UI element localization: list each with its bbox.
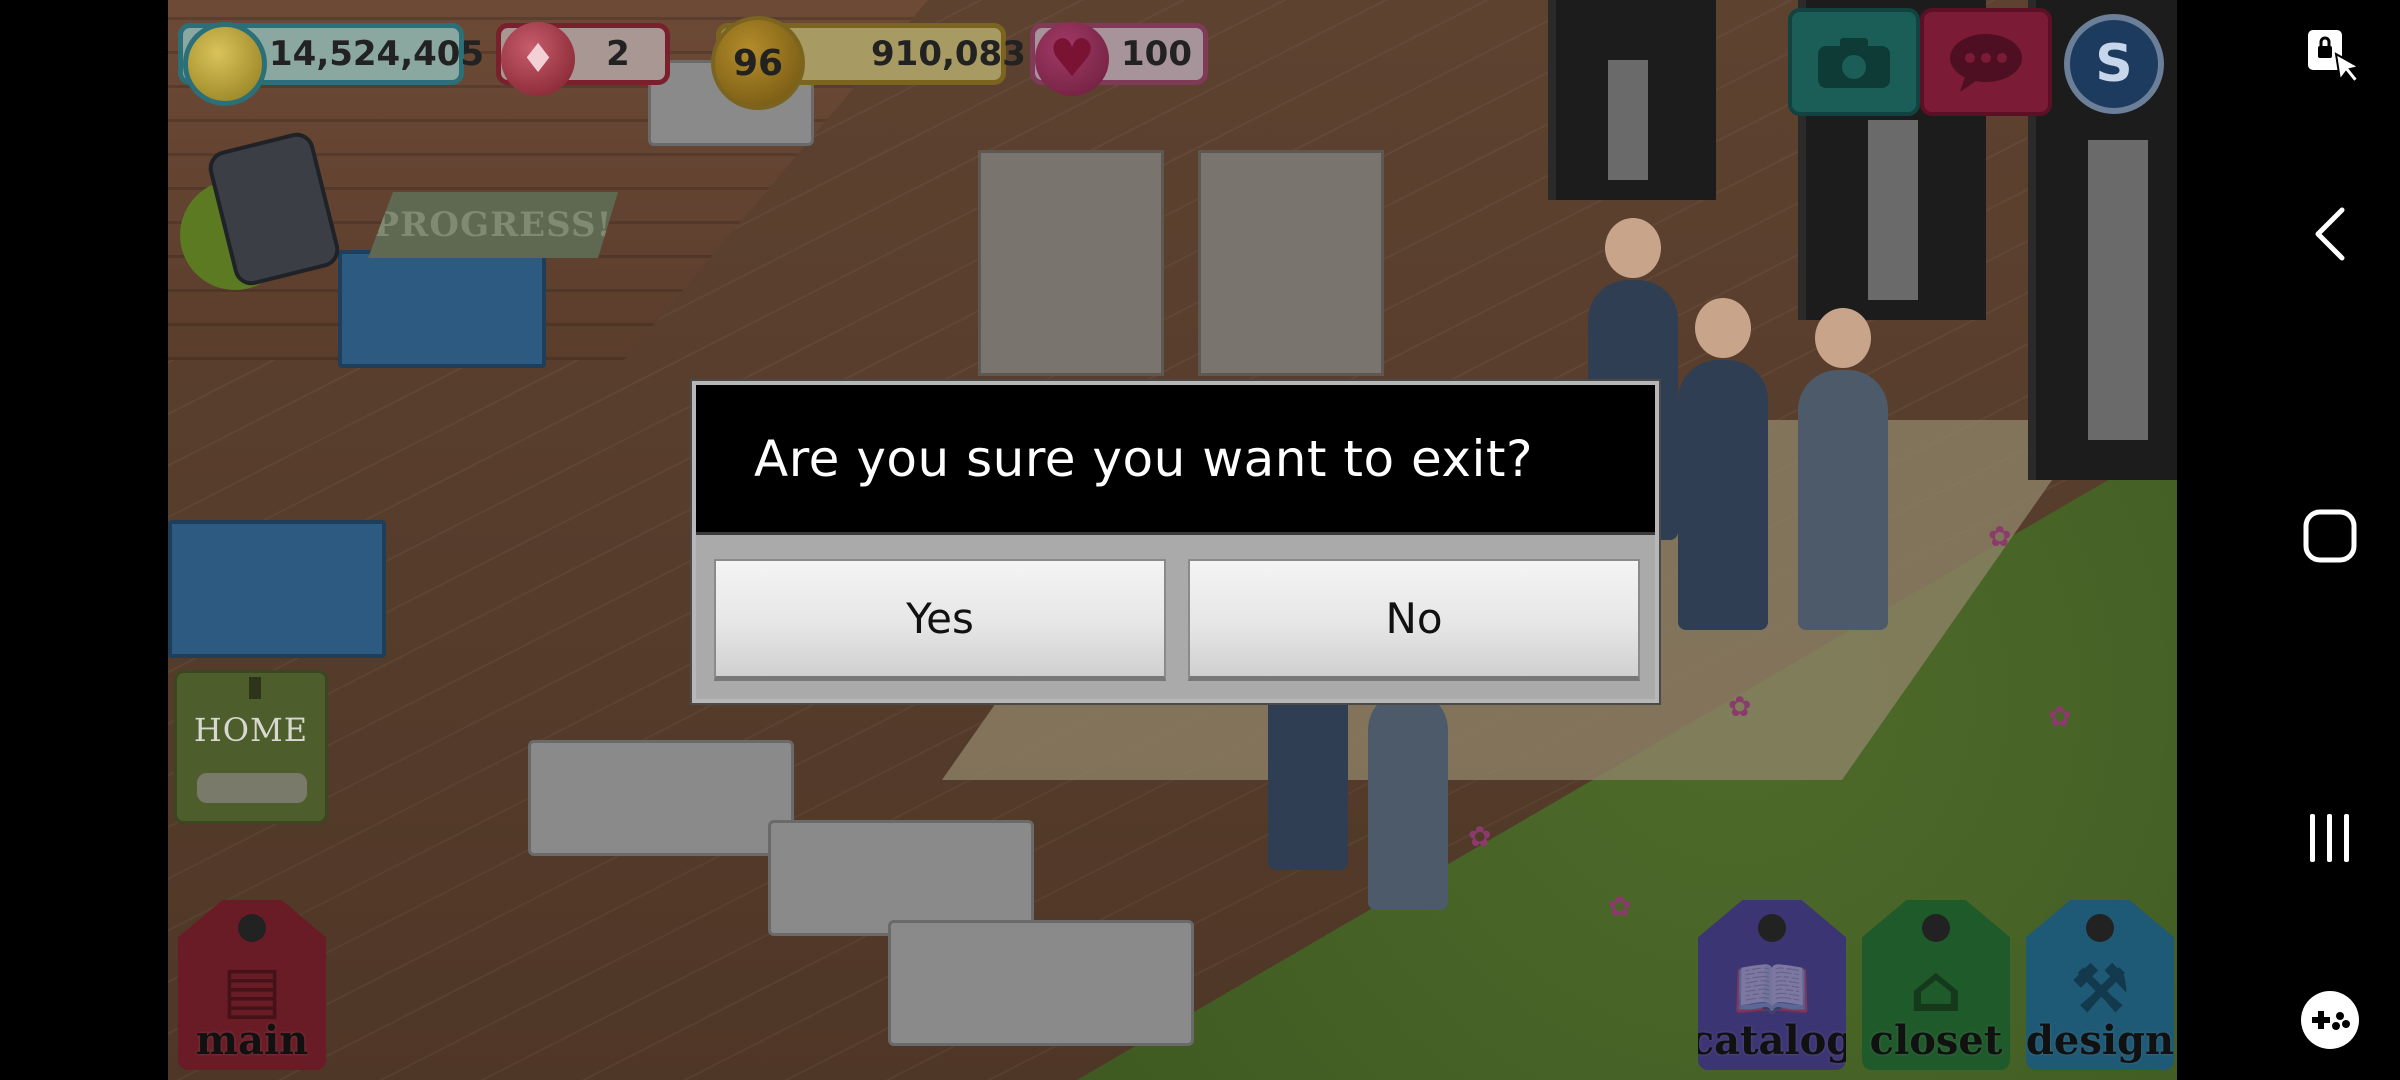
gamepad-icon bbox=[2301, 991, 2359, 1049]
home-button[interactable]: HOME bbox=[174, 670, 328, 824]
camera-icon bbox=[1818, 38, 1890, 88]
tag-ring bbox=[2086, 914, 2114, 942]
dialog-title: Are you sure you want to exit? bbox=[754, 429, 1534, 488]
tag-ring bbox=[238, 914, 266, 942]
home-nav-button[interactable] bbox=[2282, 488, 2378, 584]
home-label: HOME bbox=[193, 711, 309, 749]
dialog-body: Yes No bbox=[696, 535, 1655, 699]
coin-icon bbox=[183, 22, 267, 106]
left-letterbox bbox=[0, 0, 168, 1080]
book-icon: 📖 bbox=[1732, 952, 1812, 1027]
display-table bbox=[528, 740, 794, 856]
game-tools-button[interactable] bbox=[2282, 972, 2378, 1068]
curtain bbox=[2088, 140, 2148, 440]
hearts-value: 100 bbox=[1121, 34, 1192, 74]
design-tag-button[interactable]: ⚒ design bbox=[2026, 900, 2174, 1070]
clothes-shelf bbox=[1198, 150, 1384, 376]
shopper bbox=[1678, 298, 1768, 630]
s-label: S bbox=[2095, 34, 2133, 94]
shopper bbox=[1368, 628, 1448, 910]
experience-value: 910,083 bbox=[871, 34, 1026, 74]
diamond-icon: ♦ bbox=[501, 22, 575, 96]
closet-tag-button[interactable]: ⌂ closet bbox=[1862, 900, 2010, 1070]
back-icon bbox=[2315, 207, 2345, 261]
camera-button[interactable] bbox=[1788, 8, 1920, 116]
dialog-header: Are you sure you want to exit? bbox=[696, 385, 1655, 535]
main-tag-button[interactable]: ▤ main bbox=[178, 900, 326, 1070]
shoe-shelf bbox=[978, 150, 1164, 376]
flower-decoration: ✿ bbox=[1468, 820, 1492, 853]
s-currency-button[interactable]: S bbox=[2064, 14, 2164, 114]
hammer-icon: ⚒ bbox=[2071, 952, 2129, 1027]
flower-decoration: ✿ bbox=[1608, 890, 1632, 923]
coins-counter[interactable]: 14,524,405 bbox=[178, 22, 484, 106]
flower-decoration: ✿ bbox=[2048, 700, 2072, 733]
curtain bbox=[1868, 120, 1918, 300]
shopper bbox=[1798, 308, 1888, 630]
no-button[interactable]: No bbox=[1188, 559, 1640, 681]
tag-ring bbox=[1758, 914, 1786, 942]
progress-label: PROGRESS! bbox=[373, 205, 613, 245]
catalog-tag-button[interactable]: 📖 catalog bbox=[1698, 900, 1846, 1070]
chat-icon bbox=[1950, 34, 2022, 92]
experience-counter[interactable]: 96 910,083 bbox=[711, 16, 1026, 110]
display-table bbox=[888, 920, 1194, 1046]
screen-lock-button[interactable] bbox=[2282, 8, 2378, 104]
display-table bbox=[768, 820, 1034, 936]
gems-value: 2 bbox=[606, 34, 630, 74]
home-icon bbox=[2303, 509, 2357, 563]
hearts-counter[interactable]: ♥ 100 bbox=[1030, 22, 1208, 96]
flower-decoration: ✿ bbox=[1988, 520, 2012, 553]
sofa-icon bbox=[197, 773, 307, 803]
screen-lock-icon bbox=[2308, 30, 2360, 84]
display-table bbox=[168, 520, 386, 658]
lamp-icon bbox=[249, 677, 261, 699]
recents-icon bbox=[2310, 814, 2349, 862]
notebook-icon: ▤ bbox=[221, 952, 283, 1027]
level-value: 96 bbox=[732, 42, 784, 84]
tag-ring bbox=[1922, 914, 1950, 942]
progress-banner[interactable]: PROGRESS! bbox=[368, 192, 618, 258]
curtain bbox=[1608, 60, 1648, 180]
back-button[interactable] bbox=[2282, 186, 2378, 282]
coins-value: 14,524,405 bbox=[269, 34, 485, 74]
heart-icon: ♥ bbox=[1035, 22, 1109, 96]
flower-decoration: ✿ bbox=[1728, 690, 1752, 723]
chat-button[interactable] bbox=[1920, 8, 2052, 116]
recents-button[interactable] bbox=[2282, 790, 2378, 886]
display-table bbox=[338, 250, 546, 368]
phone-button[interactable] bbox=[180, 128, 350, 290]
gems-counter[interactable]: ♦ 2 bbox=[496, 22, 670, 96]
exit-dialog: Are you sure you want to exit? Yes No bbox=[692, 381, 1659, 703]
level-star-icon: 96 bbox=[711, 16, 805, 110]
yes-button[interactable]: Yes bbox=[714, 559, 1166, 681]
hanger-icon: ⌂ bbox=[1909, 952, 1963, 1027]
